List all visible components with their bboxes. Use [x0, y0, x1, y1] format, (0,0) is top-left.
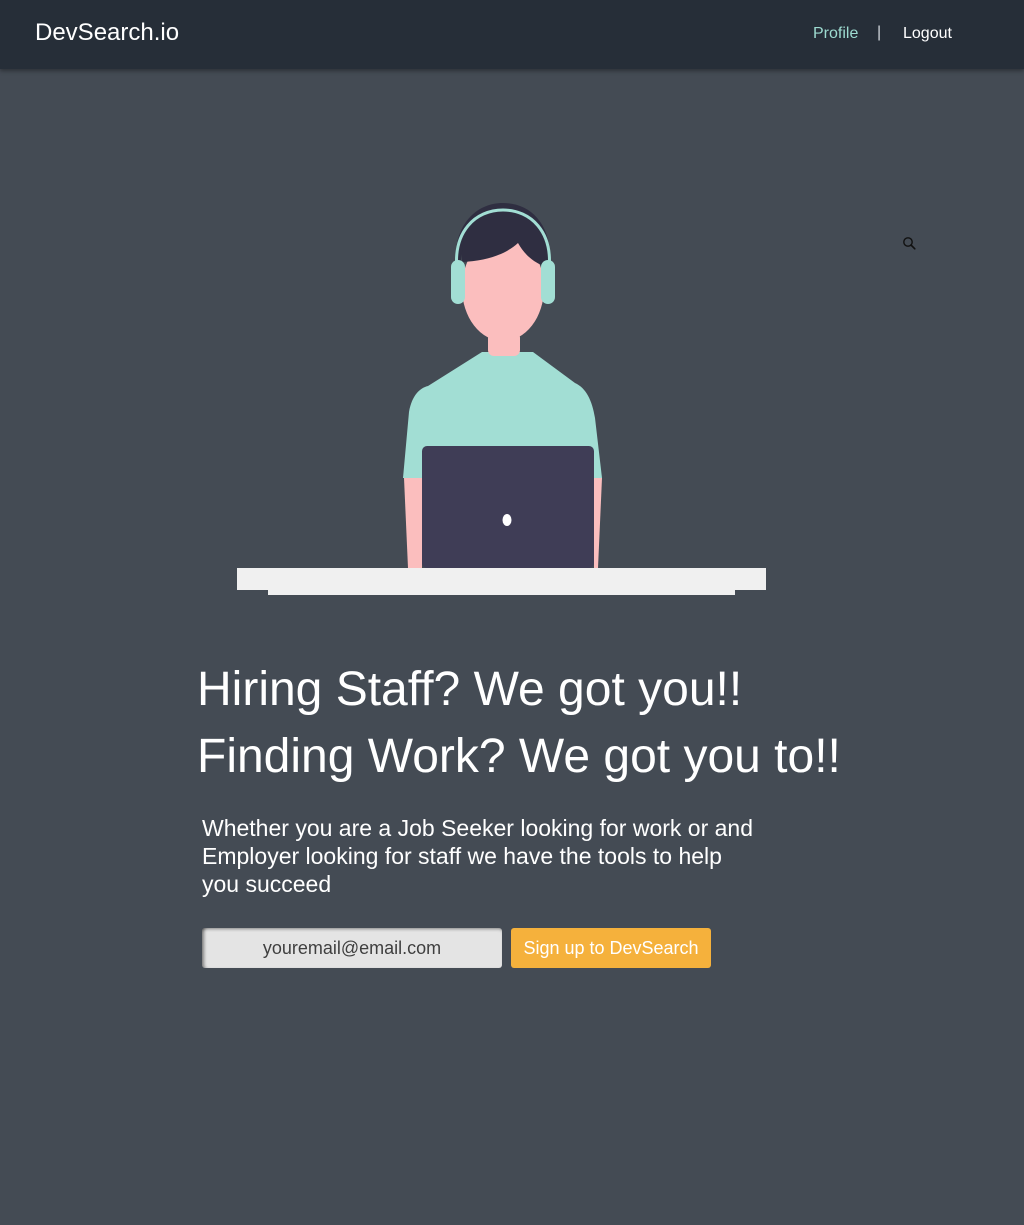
developer-with-laptop-illustration	[237, 203, 766, 595]
headphones-right-cup	[541, 260, 555, 304]
email-input[interactable]	[202, 928, 502, 968]
right-arm	[594, 478, 602, 568]
headline-hiring: Hiring Staff? We got you!!	[197, 663, 743, 716]
left-arm	[404, 478, 422, 568]
hero-tagline: Whether you are a Job Seeker looking for…	[202, 815, 754, 897]
laptop	[422, 446, 594, 568]
headphones-left-cup	[451, 260, 465, 304]
signup-button[interactable]: Sign up to DevSearch	[511, 928, 711, 968]
headline-finding-work: Finding Work? We got you to!!	[197, 730, 841, 783]
laptop-logo	[502, 514, 512, 526]
desk-top	[237, 568, 766, 590]
